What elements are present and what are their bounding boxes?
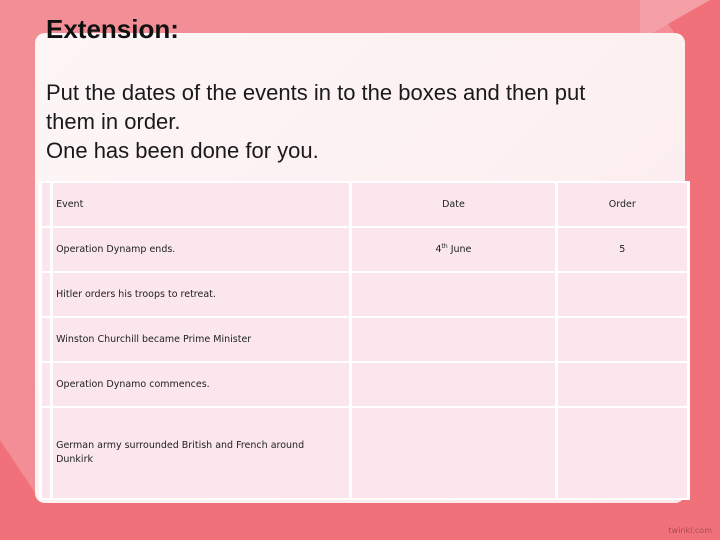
header-order: Order: [557, 183, 687, 226]
instruction-line: One has been done for you.: [46, 138, 319, 163]
order-cell[interactable]: 5: [557, 228, 687, 271]
event-cell: Hitler orders his troops to retreat.: [53, 273, 350, 316]
table-row: Operation Dynamo commences.: [42, 363, 687, 406]
row-gutter: [42, 183, 51, 226]
instruction-line: them in order.: [46, 109, 181, 134]
date-cell[interactable]: [352, 408, 555, 498]
date-cell[interactable]: [352, 273, 555, 316]
table-row: German army surrounded British and Frenc…: [42, 408, 687, 498]
order-cell[interactable]: [557, 363, 687, 406]
date-cell[interactable]: [352, 318, 555, 361]
event-text: German army surrounded British and Frenc…: [56, 440, 305, 465]
instructions: Put the dates of the events in to the bo…: [46, 78, 666, 165]
events-table: Event Date Order Operation Dynamp ends. …: [39, 181, 690, 500]
table-row: Winston Churchill became Prime Minister: [42, 318, 687, 361]
table-row: Hitler orders his troops to retreat.: [42, 273, 687, 316]
instruction-line: Put the dates of the events in to the bo…: [46, 80, 586, 105]
date-month: June: [447, 244, 472, 256]
table-row: Operation Dynamp ends. 4th June 5: [42, 228, 687, 271]
event-cell: Winston Churchill became Prime Minister: [53, 318, 350, 361]
row-gutter: [42, 273, 51, 316]
row-gutter: [42, 363, 51, 406]
slide-title: Extension:: [46, 14, 179, 44]
row-gutter: [42, 318, 51, 361]
order-cell[interactable]: [557, 408, 687, 498]
event-cell: Operation Dynamp ends.: [53, 228, 350, 271]
row-gutter: [42, 408, 51, 498]
event-cell: German army surrounded British and Frenc…: [53, 408, 350, 498]
date-cell[interactable]: [352, 363, 555, 406]
row-gutter: [42, 228, 51, 271]
header-date: Date: [352, 183, 555, 226]
table-header-row: Event Date Order: [42, 183, 687, 226]
date-cell[interactable]: 4th June: [352, 228, 555, 271]
twinkl-watermark: twinkl.com: [668, 526, 712, 535]
order-cell[interactable]: [557, 318, 687, 361]
event-cell: Operation Dynamo commences.: [53, 363, 350, 406]
order-cell[interactable]: [557, 273, 687, 316]
header-event: Event: [53, 183, 350, 226]
